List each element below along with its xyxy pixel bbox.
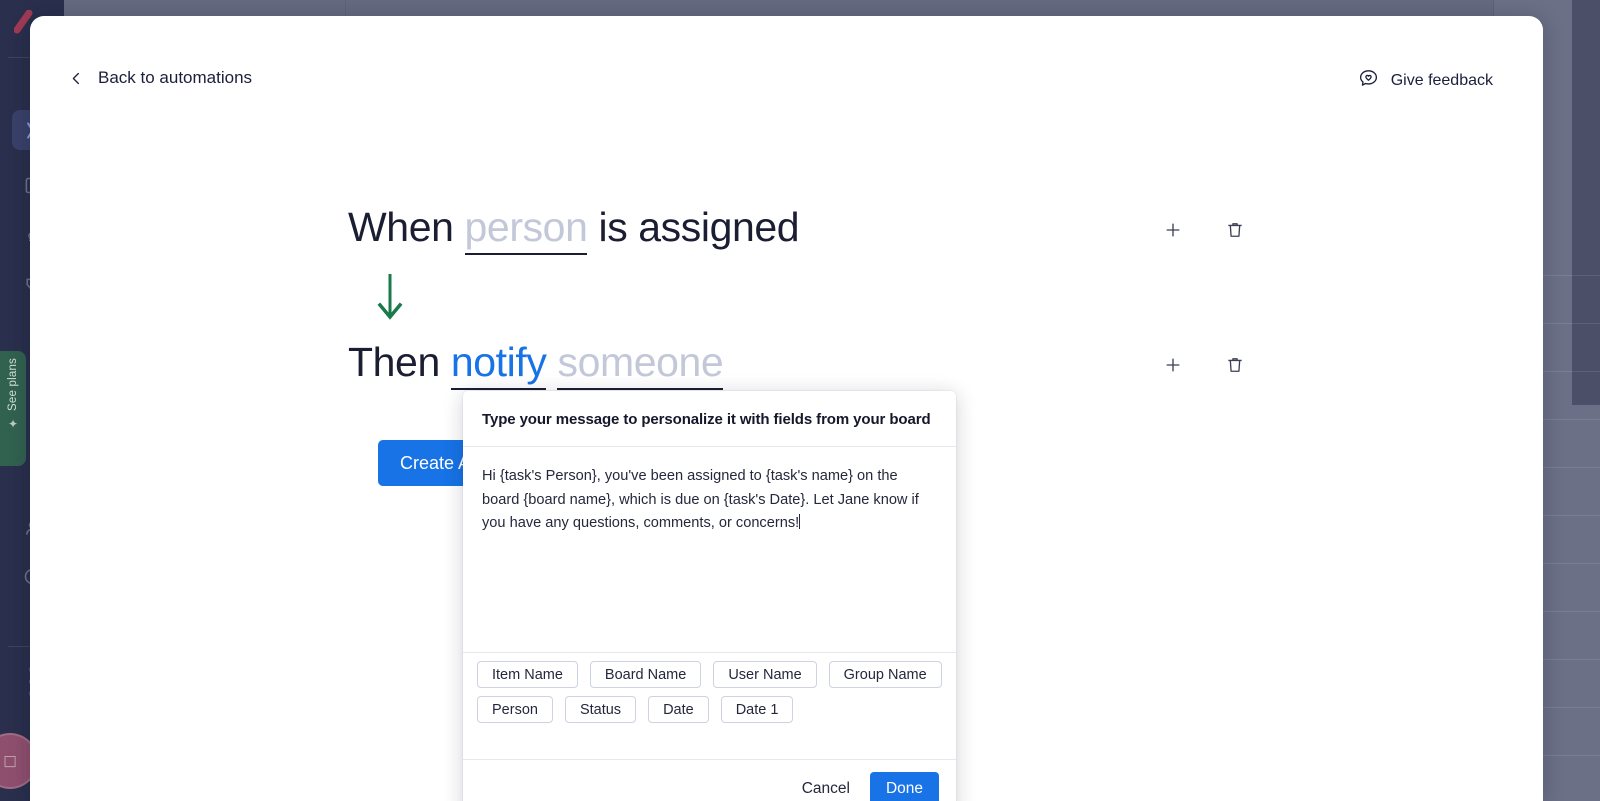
action-row-actions [1160, 352, 1248, 378]
action-prefix: Then [348, 338, 440, 385]
chip-person[interactable]: Person [477, 696, 553, 723]
bg-dark-strip-right [1572, 0, 1600, 405]
chip-date[interactable]: Date [648, 696, 709, 723]
back-to-automations-label: Back to automations [98, 68, 253, 87]
back-to-automations-link[interactable]: Back to automations [69, 68, 252, 88]
panel-header: Back to automations Give feedback [30, 16, 1543, 120]
cancel-button[interactable]: Cancel [798, 774, 854, 801]
trigger-prefix: When [348, 203, 454, 250]
action-someone-token[interactable]: someone [557, 339, 724, 391]
message-editor-dialog: Type your message to personalize it with… [463, 391, 956, 801]
see-plans-button[interactable]: See plans ✦ [0, 351, 26, 466]
field-chips-area: Item Name Board Name User Name Group Nam… [463, 652, 956, 759]
trigger-person-token[interactable]: person [464, 204, 588, 256]
recipe-row-action: Then notify someone [348, 331, 1543, 399]
chip-item-name[interactable]: Item Name [477, 661, 578, 688]
plus-icon[interactable] [1160, 352, 1186, 378]
see-plans-label: See plans [7, 358, 19, 411]
chip-date-1[interactable]: Date 1 [720, 696, 794, 723]
trigger-suffix: is assigned [598, 203, 800, 250]
chevron-left-icon [69, 71, 84, 86]
give-feedback-label: Give feedback [1390, 72, 1493, 89]
chip-board-name[interactable]: Board Name [589, 661, 702, 688]
trigger-row-actions [1160, 217, 1248, 243]
trash-icon[interactable] [1222, 217, 1248, 243]
recipe-row-trigger: When person is assigned [348, 196, 1543, 264]
action-notify-token[interactable]: notify [450, 339, 547, 391]
chip-group-name[interactable]: Group Name [828, 661, 942, 688]
dialog-footer: Cancel Done [463, 759, 956, 801]
trash-icon[interactable] [1222, 352, 1248, 378]
action-sentence: Then notify someone [348, 338, 724, 391]
done-button[interactable]: Done [869, 772, 939, 801]
give-feedback-button[interactable]: Give feedback [1358, 68, 1493, 94]
sparkle-icon: ✦ [7, 416, 19, 431]
plus-icon[interactable] [1160, 217, 1186, 243]
text-cursor [799, 514, 801, 530]
chip-user-name[interactable]: User Name [713, 661, 817, 688]
trigger-sentence: When person is assigned [348, 203, 800, 256]
automation-panel: Back to automations Give feedback When p… [30, 16, 1543, 801]
arrow-down-icon [377, 273, 403, 329]
message-text: Hi {task's Person}, you've been assigned… [482, 468, 923, 532]
message-input[interactable]: Hi {task's Person}, you've been assigned… [463, 447, 956, 652]
dialog-title: Type your message to personalize it with… [463, 391, 956, 447]
speech-bubble-heart-icon [1358, 68, 1379, 94]
chip-status[interactable]: Status [564, 696, 637, 723]
